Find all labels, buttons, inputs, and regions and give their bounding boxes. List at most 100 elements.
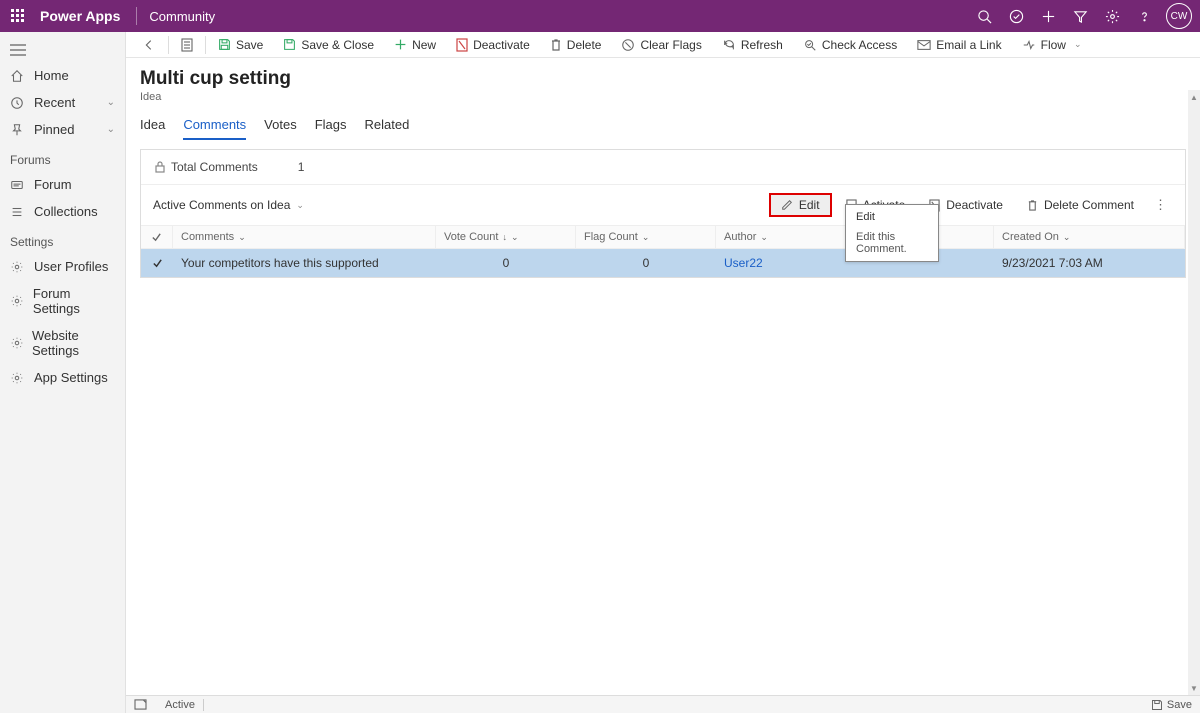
vertical-scrollbar[interactable]: ▲ ▼ — [1188, 90, 1200, 695]
help-icon[interactable] — [1128, 0, 1160, 32]
chevron-down-icon: ⌄ — [760, 232, 768, 243]
back-button[interactable] — [132, 32, 166, 58]
tab-flags[interactable]: Flags — [315, 117, 347, 140]
gear-icon — [10, 371, 26, 385]
cell-created-on: 9/23/2021 7:03 AM — [994, 249, 1185, 277]
divider — [136, 7, 137, 25]
filter-icon[interactable] — [1064, 0, 1096, 32]
search-icon[interactable] — [968, 0, 1000, 32]
chevron-down-icon: ⌄ — [107, 124, 115, 135]
trash-icon — [550, 38, 562, 52]
table-header-row: Comments⌄ Vote Count↓⌄ Flag Count⌄ Autho… — [141, 225, 1185, 249]
nav-home[interactable]: Home — [0, 62, 125, 89]
nav-label: User Profiles — [34, 259, 108, 274]
left-sidebar: Home Recent ⌄ Pinned ⌄ Forums Forum Coll… — [0, 32, 126, 713]
refresh-button[interactable]: Refresh — [712, 32, 793, 58]
environment-label[interactable]: Community — [149, 9, 215, 24]
forum-icon — [10, 178, 26, 192]
col-vote-count[interactable]: Vote Count↓⌄ — [436, 226, 576, 248]
subgrid-header: Active Comments on Idea ⌄ Edit Activate — [141, 185, 1185, 225]
subgrid-view-selector[interactable]: Active Comments on Idea ⌄ — [153, 198, 304, 212]
edit-tooltip: Edit Edit this Comment. — [845, 204, 939, 262]
comments-panel: Total Comments 1 Active Comments on Idea… — [140, 149, 1186, 278]
email-link-button[interactable]: Email a Link — [907, 32, 1011, 58]
nav-label: Forum Settings — [33, 286, 115, 316]
more-commands-button[interactable]: ⋮ — [1148, 193, 1173, 217]
pencil-icon — [781, 199, 793, 211]
chevron-down-icon: ⌄ — [296, 200, 304, 211]
status-bar: Active Save — [126, 695, 1200, 713]
settings-icon[interactable] — [1096, 0, 1128, 32]
nav-recent[interactable]: Recent ⌄ — [0, 89, 125, 116]
section-forums: Forums — [0, 143, 125, 171]
tooltip-title: Edit — [856, 211, 928, 223]
chevron-down-icon: ⌄ — [1074, 39, 1082, 50]
tab-votes[interactable]: Votes — [264, 117, 297, 140]
scroll-down-icon[interactable]: ▼ — [1188, 681, 1200, 695]
delete-button[interactable]: Delete — [540, 32, 612, 58]
clear-flags-icon — [621, 38, 635, 52]
nav-forum[interactable]: Forum — [0, 171, 125, 198]
task-icon[interactable] — [1000, 0, 1032, 32]
save-close-icon — [283, 38, 296, 51]
new-button[interactable]: New — [384, 32, 446, 58]
edit-button[interactable]: Edit — [769, 193, 832, 217]
tab-comments[interactable]: Comments — [183, 117, 246, 140]
user-avatar[interactable]: CW — [1166, 3, 1192, 29]
nav-label: App Settings — [34, 370, 108, 385]
total-comments-value: 1 — [298, 160, 305, 174]
save-button[interactable]: Save — [208, 32, 273, 58]
tab-idea[interactable]: Idea — [140, 117, 165, 140]
table-row[interactable]: Your competitors have this supported 0 0… — [141, 249, 1185, 277]
check-access-icon — [803, 38, 817, 52]
select-all-checkbox[interactable] — [141, 226, 173, 248]
nav-forum-settings[interactable]: Forum Settings — [0, 280, 125, 322]
col-created-on[interactable]: Created On⌄ — [994, 226, 1185, 248]
nav-pinned[interactable]: Pinned ⌄ — [0, 116, 125, 143]
hamburger-icon[interactable] — [0, 38, 125, 62]
readonly-toggle-icon[interactable] — [134, 699, 147, 710]
cell-flag-count: 0 — [576, 249, 716, 277]
lock-icon — [155, 161, 165, 173]
nav-label: Collections — [34, 204, 98, 219]
save-close-button[interactable]: Save & Close — [273, 32, 384, 58]
plus-icon — [394, 38, 407, 51]
app-launcher-icon[interactable] — [8, 6, 28, 26]
col-comments[interactable]: Comments⌄ — [173, 226, 436, 248]
nav-collections[interactable]: Collections — [0, 198, 125, 225]
footer-save-button[interactable]: Save — [1151, 699, 1192, 711]
col-flag-count[interactable]: Flag Count⌄ — [576, 226, 716, 248]
check-access-button[interactable]: Check Access — [793, 32, 907, 58]
nav-label: Website Settings — [32, 328, 115, 358]
delete-comment-button[interactable]: Delete Comment — [1017, 194, 1144, 216]
home-icon — [10, 69, 26, 83]
nav-website-settings[interactable]: Website Settings — [0, 322, 125, 364]
form-selector-icon[interactable] — [171, 32, 203, 58]
refresh-icon — [722, 38, 736, 52]
chevron-down-icon: ⌄ — [238, 232, 246, 243]
pin-icon — [10, 123, 26, 137]
cell-vote-count: 0 — [436, 249, 576, 277]
nav-user-profiles[interactable]: User Profiles — [0, 253, 125, 280]
deactivate-button[interactable]: Deactivate — [446, 32, 540, 58]
form-tabs: Idea Comments Votes Flags Related — [126, 103, 1200, 141]
nav-app-settings[interactable]: App Settings — [0, 364, 125, 391]
clear-flags-button[interactable]: Clear Flags — [611, 32, 711, 58]
status-label: Active — [165, 699, 195, 711]
panel-summary: Total Comments 1 — [141, 150, 1185, 185]
comments-table: Comments⌄ Vote Count↓⌄ Flag Count⌄ Autho… — [141, 225, 1185, 277]
save-icon — [218, 38, 231, 51]
page-subtitle: Idea — [140, 91, 1186, 103]
gear-icon — [10, 294, 25, 308]
arrow-down-icon: ↓ — [502, 232, 507, 242]
flow-button[interactable]: Flow⌄ — [1012, 32, 1092, 58]
add-icon[interactable] — [1032, 0, 1064, 32]
chevron-down-icon: ⌄ — [511, 232, 519, 243]
tab-related[interactable]: Related — [365, 117, 410, 140]
top-bar: Power Apps Community CW — [0, 0, 1200, 32]
scroll-up-icon[interactable]: ▲ — [1188, 90, 1200, 104]
row-checkbox[interactable] — [141, 249, 173, 277]
chevron-down-icon: ⌄ — [1063, 232, 1071, 243]
nav-label: Home — [34, 68, 69, 83]
page-title: Multi cup setting — [140, 68, 1186, 90]
